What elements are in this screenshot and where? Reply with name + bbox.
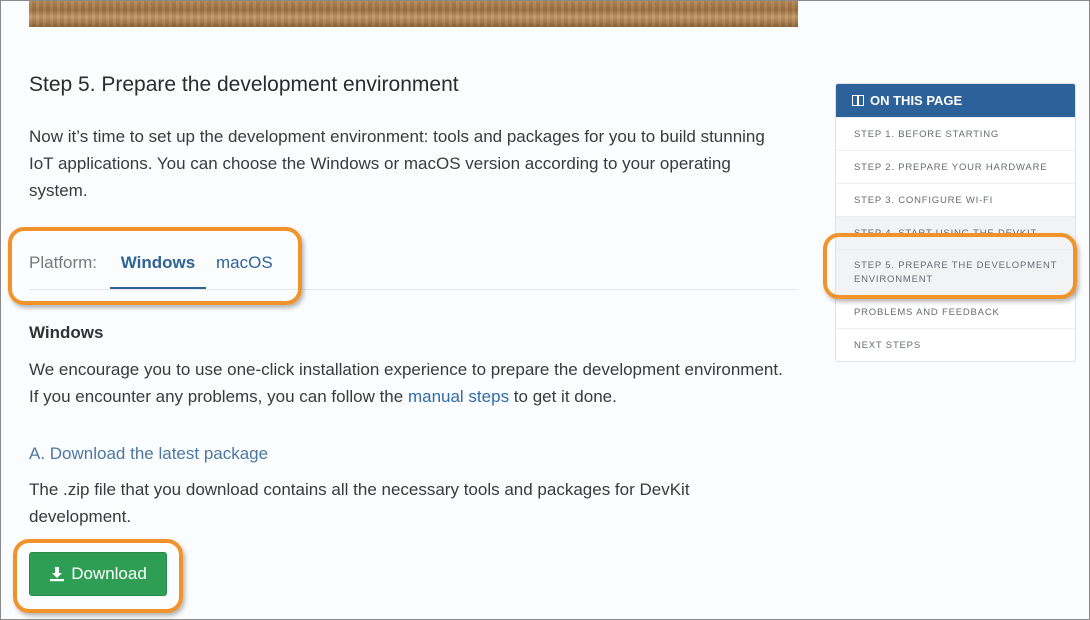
toc-item-step-2[interactable]: STEP 2. PREPARE YOUR HARDWARE [836,150,1075,183]
tab-windows[interactable]: Windows [110,253,206,289]
toc-item-step-5[interactable]: STEP 5. PREPARE THE DEVELOPMENT ENVIRONM… [836,249,1075,295]
toc-title: ON THIS PAGE [870,93,963,108]
download-icon [50,567,65,582]
download-button-label: Download [71,564,147,583]
toc-item-step-1[interactable]: STEP 1. BEFORE STARTING [836,117,1075,150]
manual-steps-link[interactable]: manual steps [408,387,509,406]
platform-tabs: Platform: Windows macOS [29,243,798,290]
download-paragraph: The .zip file that you download contains… [29,480,690,526]
hero-image [29,1,798,27]
windows-paragraph-tail: to get it done. [509,387,617,406]
page-frame: Step 5. Prepare the development environm… [0,0,1090,620]
on-this-page-panel: ON THIS PAGE STEP 1. BEFORE STARTING STE… [835,83,1076,362]
intro-paragraph: Now it’s time to set up the development … [29,127,765,200]
tab-macos[interactable]: macOS [216,253,273,289]
toc-item-step-3[interactable]: STEP 3. CONFIGURE WI-FI [836,183,1075,216]
toc-item-problems[interactable]: PROBLEMS AND FEEDBACK [836,295,1075,328]
windows-paragraph: We encourage you to use one-click instal… [29,356,789,410]
toc-item-step-4[interactable]: STEP 4. START USING THE DEVKIT [836,216,1075,249]
book-icon [852,95,864,106]
download-button[interactable]: Download [29,552,167,596]
page-section-heading: Step 5. Prepare the development environm… [29,73,459,96]
download-section-title[interactable]: A. Download the latest package [29,444,268,464]
toc-item-next-steps[interactable]: NEXT STEPS [836,328,1075,361]
toc-header: ON THIS PAGE [836,84,1075,117]
windows-section-title: Windows [29,323,104,342]
platform-label: Platform: [29,253,98,272]
windows-paragraph-text: We encourage you to use one-click instal… [29,360,783,406]
